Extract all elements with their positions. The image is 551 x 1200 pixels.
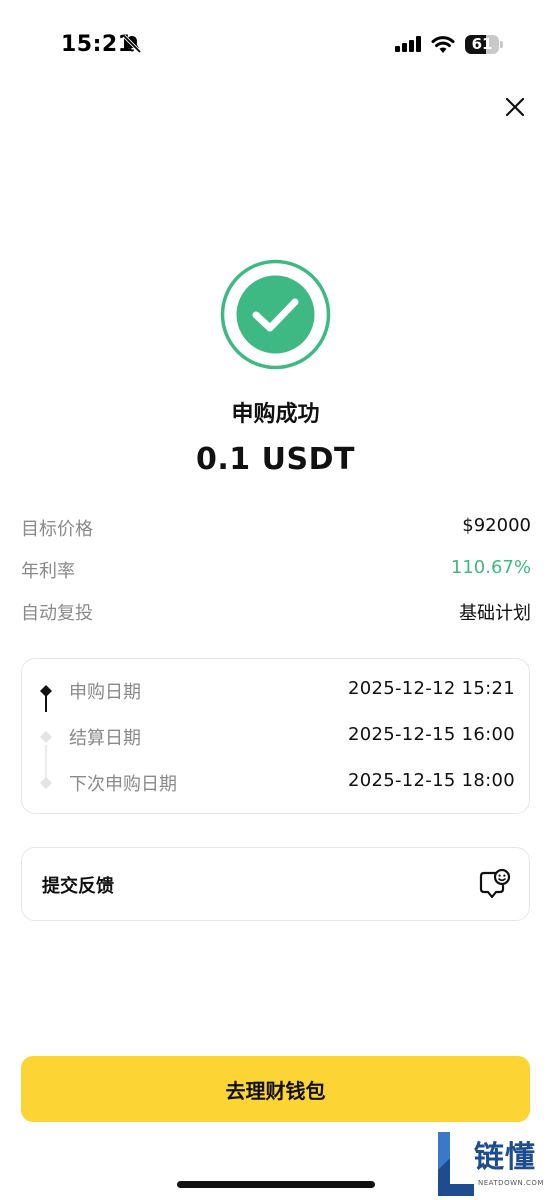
feedback-button[interactable]: 提交反馈 <box>21 847 530 921</box>
bell-slash-icon <box>122 34 142 54</box>
detail-row-auto-reinvest: 自动复投 基础计划 <box>21 599 531 627</box>
battery-level-text: 61 <box>471 35 493 53</box>
watermark-logo: 链懂 NEATDOWN.COM <box>436 1128 551 1200</box>
detail-label: 年利率 <box>21 561 75 582</box>
feedback-smile-icon <box>479 868 511 899</box>
timeline-diamond-icon <box>40 777 52 789</box>
battery-nub <box>500 41 503 48</box>
timeline-diamond-active-icon <box>40 685 52 697</box>
timeline-row-subscribe-date: 申购日期 2025-12-12 15:21 <box>22 678 531 708</box>
timeline-label: 申购日期 <box>69 682 141 703</box>
timeline-diamond-icon <box>40 731 52 743</box>
watermark-l-mark <box>438 1132 474 1196</box>
detail-label: 自动复投 <box>21 603 93 624</box>
timeline-label: 下次申购日期 <box>69 774 177 795</box>
watermark-subtext: NEATDOWN.COM <box>478 1179 544 1187</box>
timeline-value: 2025-12-15 16:00 <box>347 724 515 745</box>
detail-label: 目标价格 <box>21 519 93 540</box>
timeline-card: 申购日期 2025-12-12 15:21 结算日期 2025-12-15 16… <box>21 658 530 814</box>
timeline-row-next-subscribe-date: 下次申购日期 2025-12-15 18:00 <box>22 770 531 800</box>
go-to-wallet-button[interactable]: 去理财钱包 <box>21 1056 530 1122</box>
home-indicator <box>177 1181 375 1188</box>
timeline-value: 2025-12-15 18:00 <box>347 770 515 791</box>
watermark-text: 链懂 <box>474 1140 536 1175</box>
cellular-signal-icon <box>395 36 421 52</box>
timeline-row-settlement-date: 结算日期 2025-12-15 16:00 <box>22 724 531 754</box>
battery-body: 61 <box>465 35 499 54</box>
close-icon[interactable] <box>500 92 530 122</box>
status-bar: 15:21 61 <box>0 0 551 90</box>
detail-row-target-price: 目标价格 $92000 <box>21 515 531 543</box>
feedback-label: 提交反馈 <box>42 876 114 897</box>
detail-value: $92000 <box>462 515 531 536</box>
check-circle-icon <box>220 259 331 370</box>
detail-row-annual-rate: 年利率 110.67% <box>21 557 531 585</box>
success-amount: 0.1 USDT <box>196 442 355 477</box>
timeline-label: 结算日期 <box>69 728 141 749</box>
detail-value: 110.67% <box>450 557 531 578</box>
success-title: 申购成功 <box>231 402 320 427</box>
detail-value: 基础计划 <box>459 603 531 624</box>
wifi-icon <box>431 36 455 53</box>
battery-icon: 61 <box>465 35 503 54</box>
timeline-value: 2025-12-12 15:21 <box>347 678 515 699</box>
